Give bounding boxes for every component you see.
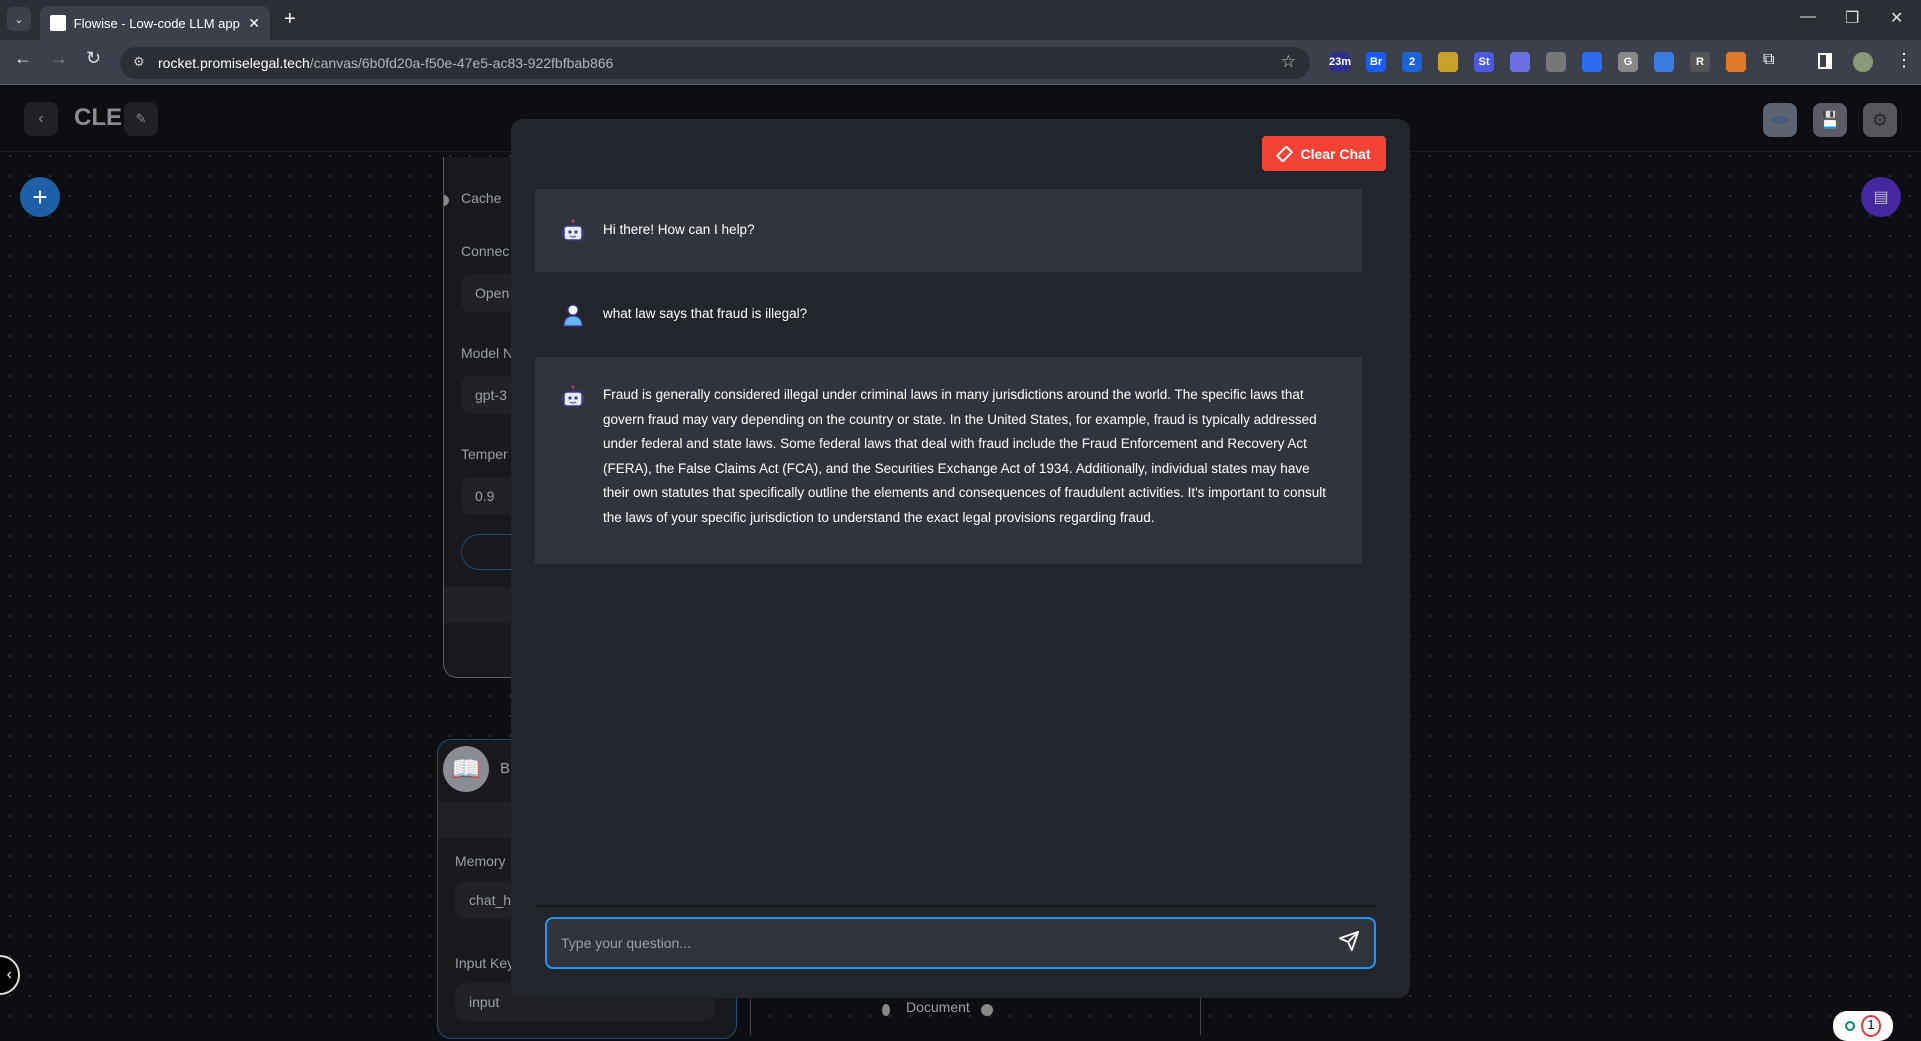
connect-label: Connec <box>461 243 510 259</box>
eraser-icon <box>1276 144 1294 163</box>
chat-message-user: what law says that fraud is illegal? <box>535 272 1362 357</box>
input-key-label: Input Key <box>455 955 515 971</box>
memory-label: Memory <box>455 853 506 869</box>
clear-chat-button[interactable]: Clear Chat <box>1262 136 1386 171</box>
chat-message-bot: Fraud is generally considered illegal un… <box>535 357 1362 564</box>
extension-icon[interactable] <box>1726 52 1746 72</box>
extension-icon[interactable]: R <box>1690 52 1710 72</box>
side-panel-icon[interactable] <box>1818 53 1832 69</box>
chat-message-bot: Hi there! How can I help? <box>535 189 1362 272</box>
clear-chat-label: Clear Chat <box>1300 145 1371 162</box>
bookmark-star-icon[interactable]: ☆ <box>1281 52 1296 72</box>
address-bar[interactable]: ⚙ rocket.promiselegal.tech/canvas/6b0fd2… <box>120 47 1310 79</box>
extension-icon[interactable] <box>1582 52 1602 72</box>
chat-toggle-button[interactable]: ▤ <box>1861 177 1901 217</box>
cache-label: Cache <box>461 190 502 206</box>
extension-icon[interactable]: G <box>1618 52 1638 72</box>
close-tab-icon[interactable]: ✕ <box>248 15 260 32</box>
flow-title: CLE <box>74 104 122 131</box>
model-name-label: Model N <box>461 345 514 361</box>
extension-icon[interactable] <box>1546 52 1566 72</box>
status-dot-icon <box>1845 1021 1855 1031</box>
document-handle[interactable] <box>882 1004 890 1016</box>
document-node[interactable]: Document <box>750 995 1201 1035</box>
url-host: rocket.promiselegal.tech <box>158 55 310 71</box>
reload-icon[interactable]: ↻ <box>86 48 101 69</box>
temperature-label: Temper <box>461 446 508 462</box>
close-window-button[interactable]: ✕ <box>1890 8 1903 28</box>
restore-button[interactable]: ❐ <box>1845 8 1859 28</box>
api-code-button[interactable]: </> <box>1763 103 1797 137</box>
edit-title-button[interactable]: ✎ <box>124 102 158 136</box>
info-icon[interactable] <box>981 1004 993 1016</box>
notification-badge[interactable]: 1 <box>1833 1011 1893 1041</box>
browser-tab[interactable]: Flowise - Low-code LLM apps builder ✕ <box>40 6 270 40</box>
extension-icon[interactable]: St <box>1474 52 1494 72</box>
extension-icon[interactable] <box>1438 52 1458 72</box>
extension-icon[interactable]: 23m <box>1329 52 1351 72</box>
new-tab-button[interactable]: + <box>284 8 296 31</box>
back-button[interactable]: ‹ <box>24 102 58 136</box>
extension-icon[interactable] <box>1654 52 1674 72</box>
browser-tab-bar: ⌄ Flowise - Low-code LLM apps builder ✕ … <box>0 0 1921 40</box>
input-divider <box>535 905 1375 907</box>
cache-handle[interactable] <box>444 195 449 206</box>
settings-button[interactable]: ⚙ <box>1863 103 1897 137</box>
forward-icon[interactable]: → <box>50 48 68 69</box>
send-icon[interactable] <box>1338 930 1360 957</box>
site-info-icon[interactable]: ⚙ <box>133 54 145 70</box>
tab-title: Flowise - Low-code LLM apps builder <box>73 15 241 31</box>
extension-icon[interactable] <box>1510 52 1530 72</box>
url-path: /canvas/6b0fd20a-f50e-47e5-ac83-922fbfba… <box>309 55 614 71</box>
flowise-favicon-icon <box>50 15 66 31</box>
question-input[interactable] <box>561 935 1338 951</box>
back-icon[interactable]: ← <box>14 48 32 69</box>
profile-avatar[interactable] <box>1853 52 1873 72</box>
chat-input-box[interactable] <box>545 917 1376 969</box>
tab-list-button[interactable]: ⌄ <box>7 7 31 31</box>
bot-avatar-icon <box>559 383 587 411</box>
bot-avatar-icon <box>559 217 587 245</box>
extensions-puzzle-icon[interactable]: ⧉ <box>1763 51 1774 69</box>
message-text: Hi there! How can I help? <box>603 222 755 238</box>
browser-menu-icon[interactable]: ⋮ <box>1895 50 1913 71</box>
add-node-button[interactable]: + <box>20 177 60 217</box>
document-label: Document <box>906 999 970 1015</box>
chain-node-title: B <box>500 760 511 777</box>
notification-count: 1 <box>1861 1015 1881 1037</box>
user-avatar-icon <box>559 301 587 329</box>
message-text: Fraud is generally considered illegal un… <box>603 387 1326 525</box>
extension-icon[interactable]: Br <box>1366 52 1386 72</box>
book-icon: 📖 <box>443 746 489 792</box>
extension-icon[interactable]: 2 <box>1402 52 1422 72</box>
message-text: what law says that fraud is illegal? <box>603 306 808 322</box>
minimize-button[interactable]: — <box>1800 8 1816 26</box>
save-flow-button[interactable]: 💾 <box>1813 103 1847 137</box>
